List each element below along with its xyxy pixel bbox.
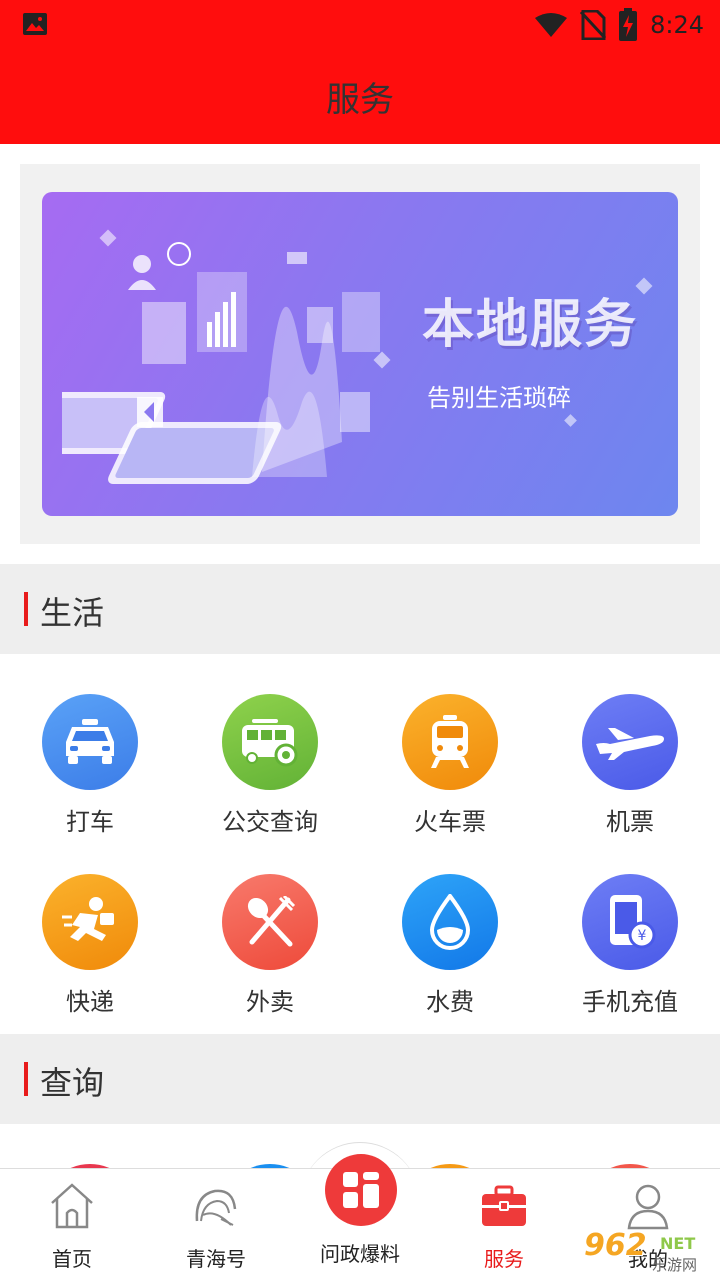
fork-spoon-icon — [222, 874, 318, 970]
nav-label: 首页 — [52, 1247, 92, 1271]
no-sim-icon — [580, 10, 607, 40]
user-icon — [627, 1184, 669, 1230]
nav-label: 服务 — [484, 1247, 524, 1271]
water-drop-icon — [402, 874, 498, 970]
service-takeout[interactable]: 外卖 — [180, 874, 360, 1044]
section-accent-bar — [24, 1062, 28, 1096]
bus-icon — [222, 694, 318, 790]
nav-report-button[interactable] — [325, 1154, 397, 1226]
status-bar: 8:24 — [0, 0, 720, 50]
nav-home[interactable]: 首页 — [0, 1169, 144, 1280]
banner-container: 本地服务 告别生活琐碎 — [20, 164, 700, 544]
watermark-name: 乐游网 — [652, 1256, 698, 1274]
watermark-net: NET — [660, 1234, 696, 1253]
header: 8:24 服务 — [0, 0, 720, 144]
service-courier[interactable]: 快递 — [0, 874, 180, 1044]
service-label: 外卖 — [246, 988, 294, 1016]
courier-icon — [42, 874, 138, 970]
service-taxi[interactable]: 打车 — [0, 694, 180, 864]
watermark-number: 962 — [584, 1228, 647, 1263]
status-icons: 8:24 — [534, 6, 704, 44]
nav-label: 青海号 — [186, 1247, 246, 1271]
service-water-fee[interactable]: 水费 — [360, 874, 540, 1044]
service-air-ticket[interactable]: 机票 — [540, 694, 720, 864]
nav-label: 问政爆料 — [320, 1242, 400, 1266]
battery-charging-icon — [619, 8, 638, 41]
home-icon — [51, 1183, 93, 1229]
local-service-banner[interactable]: 本地服务 告别生活琐碎 — [42, 192, 678, 516]
phone-recharge-icon: ¥ — [582, 874, 678, 970]
service-label: 火车票 — [414, 808, 486, 836]
image-notification-icon — [23, 13, 47, 35]
service-label: 机票 — [606, 808, 654, 836]
banner-title: 本地服务 — [422, 294, 639, 355]
service-train-ticket[interactable]: 火车票 — [360, 694, 540, 864]
report-icon — [343, 1172, 379, 1208]
decor-diamond — [564, 414, 577, 427]
qinghai-logo-icon — [195, 1189, 237, 1226]
nav-service[interactable]: 服务 — [432, 1169, 576, 1280]
wifi-icon — [535, 13, 568, 37]
status-time: 8:24 — [650, 11, 704, 39]
service-phone-recharge[interactable]: ¥ 手机充值 — [540, 874, 720, 1044]
section-header-life: 生活 — [0, 564, 720, 654]
section-title: 查询 — [40, 1064, 105, 1102]
phones-data-illustration — [62, 242, 380, 484]
svg-text:¥: ¥ — [638, 928, 647, 944]
service-bus-query[interactable]: 公交查询 — [180, 694, 360, 864]
briefcase-icon — [482, 1185, 526, 1226]
nav-qinghai[interactable]: 青海号 — [144, 1169, 288, 1280]
service-label: 打车 — [66, 808, 114, 836]
section-header-query: 查询 — [0, 1034, 720, 1124]
service-label: 快递 — [66, 988, 114, 1016]
section-title: 生活 — [40, 594, 105, 632]
taxi-icon — [42, 694, 138, 790]
service-label: 公交查询 — [222, 808, 318, 836]
service-label: 手机充值 — [582, 988, 678, 1016]
service-label: 水费 — [426, 988, 474, 1016]
page-title: 服务 — [326, 80, 394, 120]
airplane-icon — [582, 694, 678, 790]
banner-subtitle: 告别生活琐碎 — [427, 384, 571, 412]
train-icon — [402, 694, 498, 790]
watermark-logo: 962 NET 乐游网 — [580, 1228, 714, 1274]
decor-diamond — [635, 277, 653, 295]
section-accent-bar — [24, 592, 28, 626]
